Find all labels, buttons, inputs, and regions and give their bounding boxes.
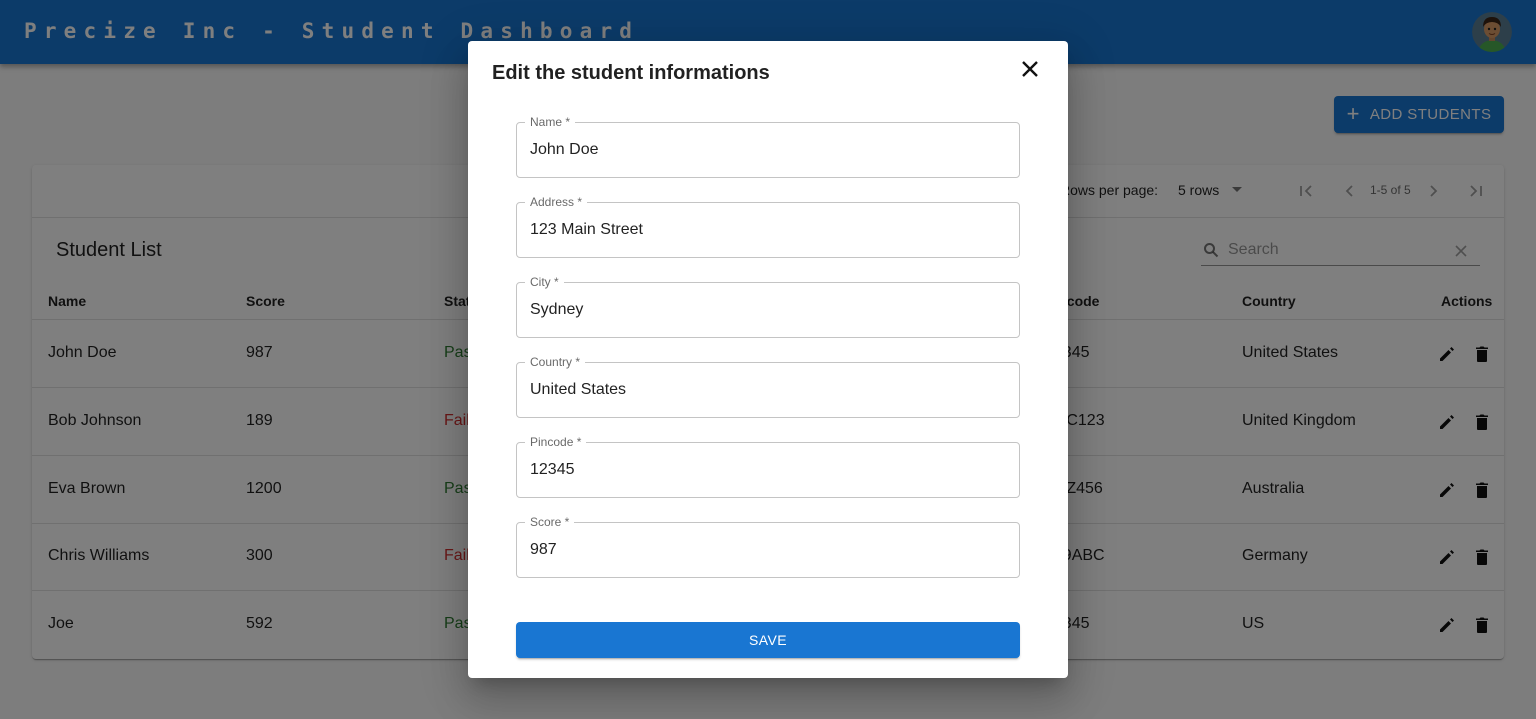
name-field-label: Name *: [525, 115, 576, 129]
name-field-value[interactable]: John Doe: [530, 141, 599, 159]
address-field[interactable]: Address * 123 Main Street: [516, 195, 1020, 258]
score-field-value[interactable]: 987: [530, 541, 557, 559]
pincode-field[interactable]: Pincode * 12345: [516, 435, 1020, 498]
city-field-label: City *: [525, 275, 564, 289]
address-field-value[interactable]: 123 Main Street: [530, 221, 643, 239]
score-field[interactable]: Score * 987: [516, 515, 1020, 578]
pincode-field-label: Pincode *: [525, 435, 587, 449]
pincode-field-value[interactable]: 12345: [530, 461, 575, 479]
name-field[interactable]: Name * John Doe: [516, 115, 1020, 178]
dialog-title: Edit the student informations: [492, 62, 770, 84]
city-field[interactable]: City * Sydney: [516, 275, 1020, 338]
country-field[interactable]: Country * United States: [516, 355, 1020, 418]
score-field-label: Score *: [525, 515, 575, 529]
address-field-label: Address *: [525, 195, 588, 209]
save-button[interactable]: SAVE: [516, 622, 1020, 658]
edit-student-dialog: Edit the student informations Name * Joh…: [468, 41, 1068, 678]
country-field-label: Country *: [525, 355, 586, 369]
close-icon[interactable]: [1020, 59, 1040, 79]
country-field-value[interactable]: United States: [530, 381, 626, 399]
city-field-value[interactable]: Sydney: [530, 301, 583, 319]
